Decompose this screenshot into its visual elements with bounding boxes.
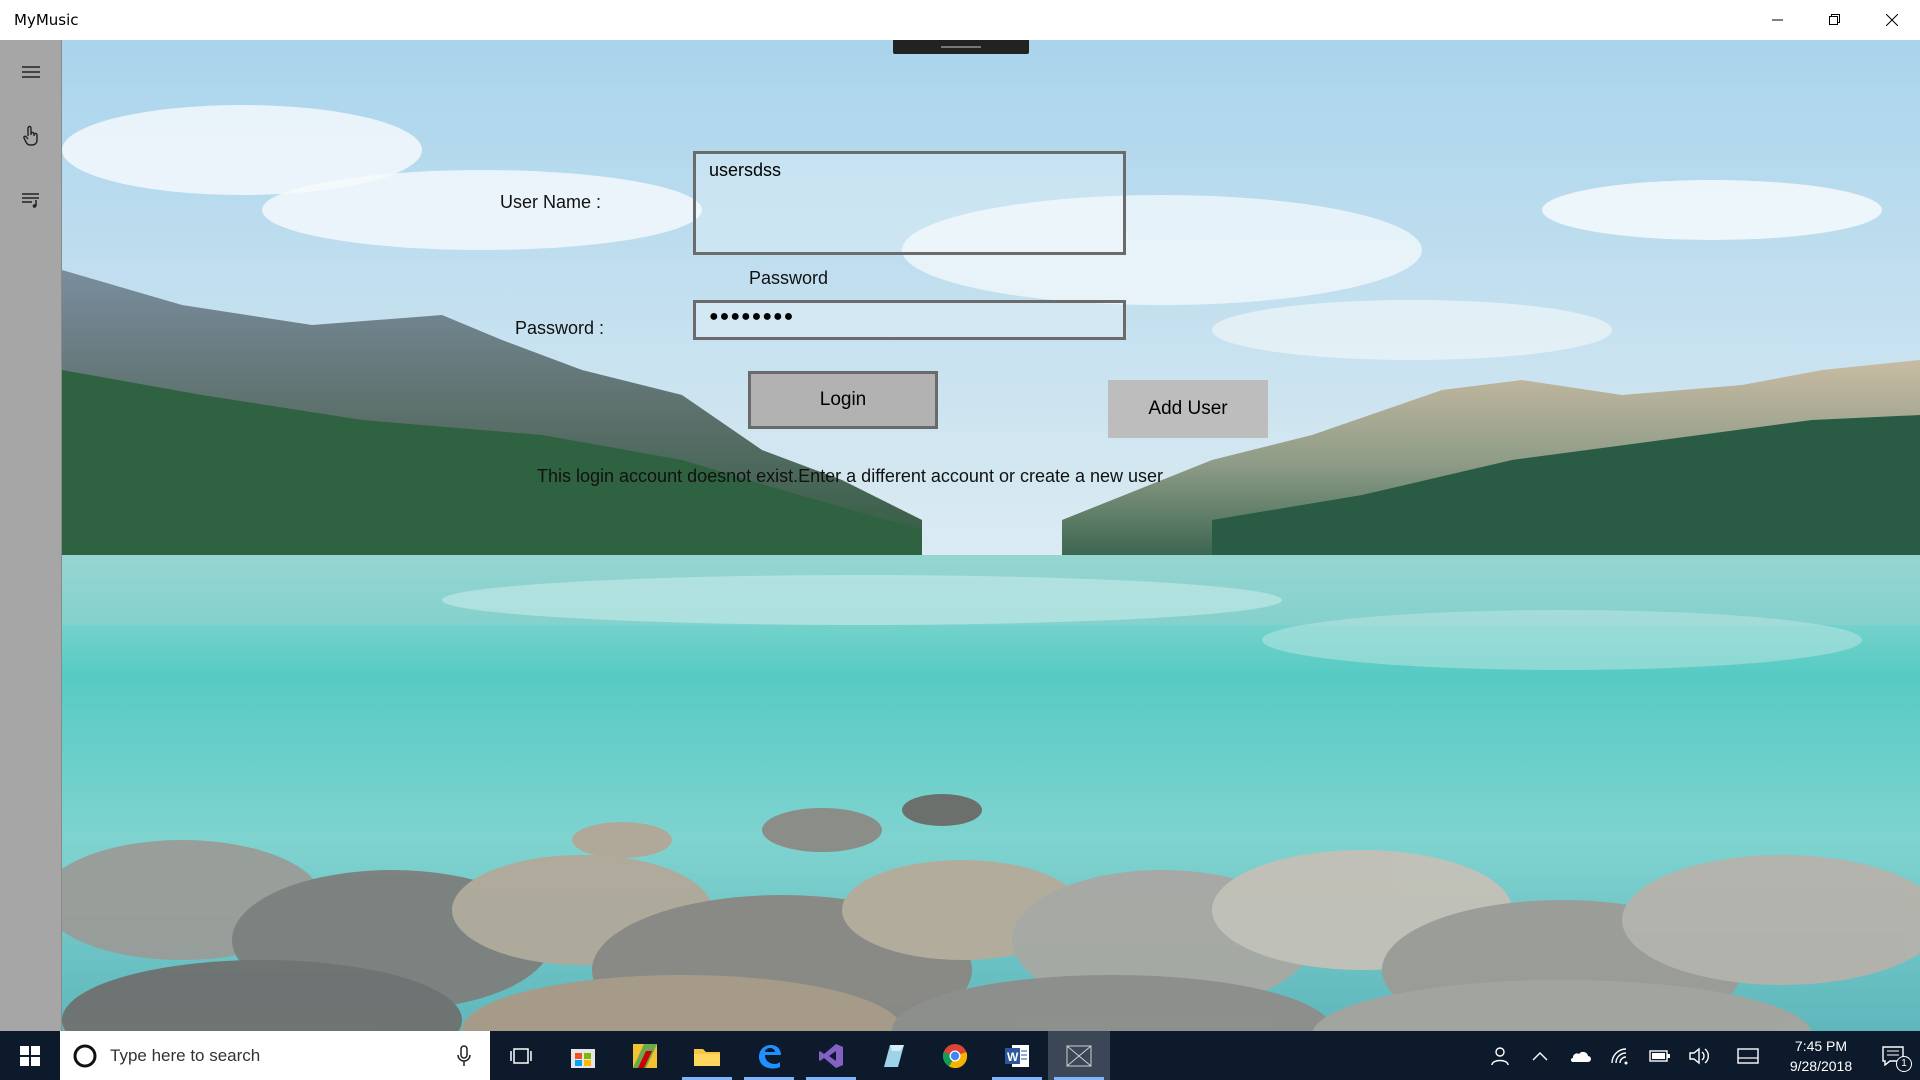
visual-studio-icon — [819, 1043, 843, 1068]
edge-icon — [759, 1044, 781, 1068]
clock-date: 9/28/2018 — [1789, 1057, 1853, 1074]
word-icon: W — [1005, 1044, 1029, 1067]
onedrive-button[interactable] — [1560, 1031, 1600, 1080]
clock-time: 7:45 PM — [1794, 1037, 1848, 1054]
speaker-icon — [1689, 1047, 1709, 1064]
mymusic-app-button[interactable] — [1048, 1031, 1110, 1080]
cortana-icon — [73, 1044, 97, 1067]
password-header: Password — [749, 268, 829, 288]
close-icon — [1885, 14, 1898, 26]
taskbar-clock[interactable]: 7:45 PM 9/28/2018 — [1776, 1036, 1866, 1076]
minimize-button[interactable] — [1749, 0, 1806, 40]
hamburger-menu-icon — [22, 66, 40, 78]
chrome-icon — [942, 1043, 968, 1068]
blend-icon — [884, 1044, 904, 1067]
error-message: This login account doesnot exist.Enter a… — [537, 466, 1164, 486]
hamburger-menu-button[interactable] — [0, 40, 62, 104]
minimize-icon — [1771, 19, 1783, 21]
close-button[interactable] — [1863, 0, 1920, 40]
wifi-icon — [1611, 1047, 1628, 1064]
store-icon — [571, 1048, 595, 1068]
folder-icon — [694, 1048, 720, 1066]
notification-badge: 1 — [1896, 1056, 1912, 1072]
drag-handle[interactable] — [893, 40, 1029, 54]
touch-hand-icon — [23, 125, 38, 146]
svg-text:W: W — [1007, 1050, 1019, 1064]
playlist-nav-button[interactable] — [0, 168, 62, 232]
visual-studio-button[interactable] — [800, 1031, 862, 1080]
navigation-sidebar — [0, 40, 62, 1031]
add-user-button[interactable]: Add User — [1108, 380, 1268, 438]
chrome-browser-button[interactable] — [924, 1031, 986, 1080]
word-app-button[interactable]: W — [986, 1031, 1048, 1080]
keyboard-icon — [1737, 1047, 1759, 1064]
input-indicator-button[interactable] — [1720, 1031, 1776, 1080]
file-explorer-button[interactable] — [676, 1031, 738, 1080]
show-hidden-icons-button[interactable] — [1520, 1031, 1560, 1080]
login-button[interactable]: Login — [748, 371, 938, 429]
start-button[interactable] — [0, 1031, 60, 1080]
chevron-up-icon — [1532, 1051, 1548, 1060]
touch-nav-button[interactable] — [0, 104, 62, 168]
taskbar-search-box[interactable]: Type here to search — [60, 1031, 490, 1080]
cloud-icon — [1571, 1051, 1591, 1062]
windows-logo-icon — [20, 1045, 40, 1066]
paint-icon — [633, 1043, 657, 1068]
store-app-button[interactable] — [552, 1031, 614, 1080]
task-view-icon — [510, 1047, 532, 1064]
people-icon — [1491, 1046, 1509, 1065]
task-view-button[interactable] — [490, 1031, 552, 1080]
login-page: User Name : usersdss Password Password :… — [62, 40, 1920, 1031]
volume-button[interactable] — [1680, 1031, 1720, 1080]
title-bar[interactable]: MyMusic — [0, 0, 1920, 40]
password-input[interactable]: ●●●●●●●● — [693, 300, 1126, 340]
blend-app-button[interactable] — [862, 1031, 924, 1080]
restore-button[interactable] — [1806, 0, 1863, 40]
people-button[interactable] — [1480, 1031, 1520, 1080]
windows-taskbar: Type here to search W 7:45 PM 9/28/2018 … — [0, 1031, 1920, 1080]
battery-button[interactable] — [1640, 1031, 1680, 1080]
edge-browser-button[interactable] — [738, 1031, 800, 1080]
search-placeholder: Type here to search — [110, 1045, 261, 1065]
app-window: MyMusic User Name: usersdss Password Pa… — [0, 0, 1920, 1031]
playlist-icon — [22, 193, 39, 208]
system-tray: 7:45 PM 9/28/2018 1 — [1480, 1031, 1920, 1080]
network-button[interactable] — [1600, 1031, 1640, 1080]
window-title: MyMusic — [14, 11, 79, 29]
paint-app-button[interactable] — [614, 1031, 676, 1080]
microphone-icon[interactable] — [456, 1044, 472, 1067]
battery-icon — [1649, 1049, 1670, 1062]
restore-icon — [1828, 14, 1840, 25]
action-center-button[interactable]: 1 — [1866, 1031, 1920, 1080]
username-input[interactable]: usersdss — [693, 151, 1126, 255]
password-label: Password : — [515, 318, 605, 338]
username-label: User Name : — [500, 192, 602, 212]
mymusic-app-icon — [1066, 1045, 1092, 1066]
